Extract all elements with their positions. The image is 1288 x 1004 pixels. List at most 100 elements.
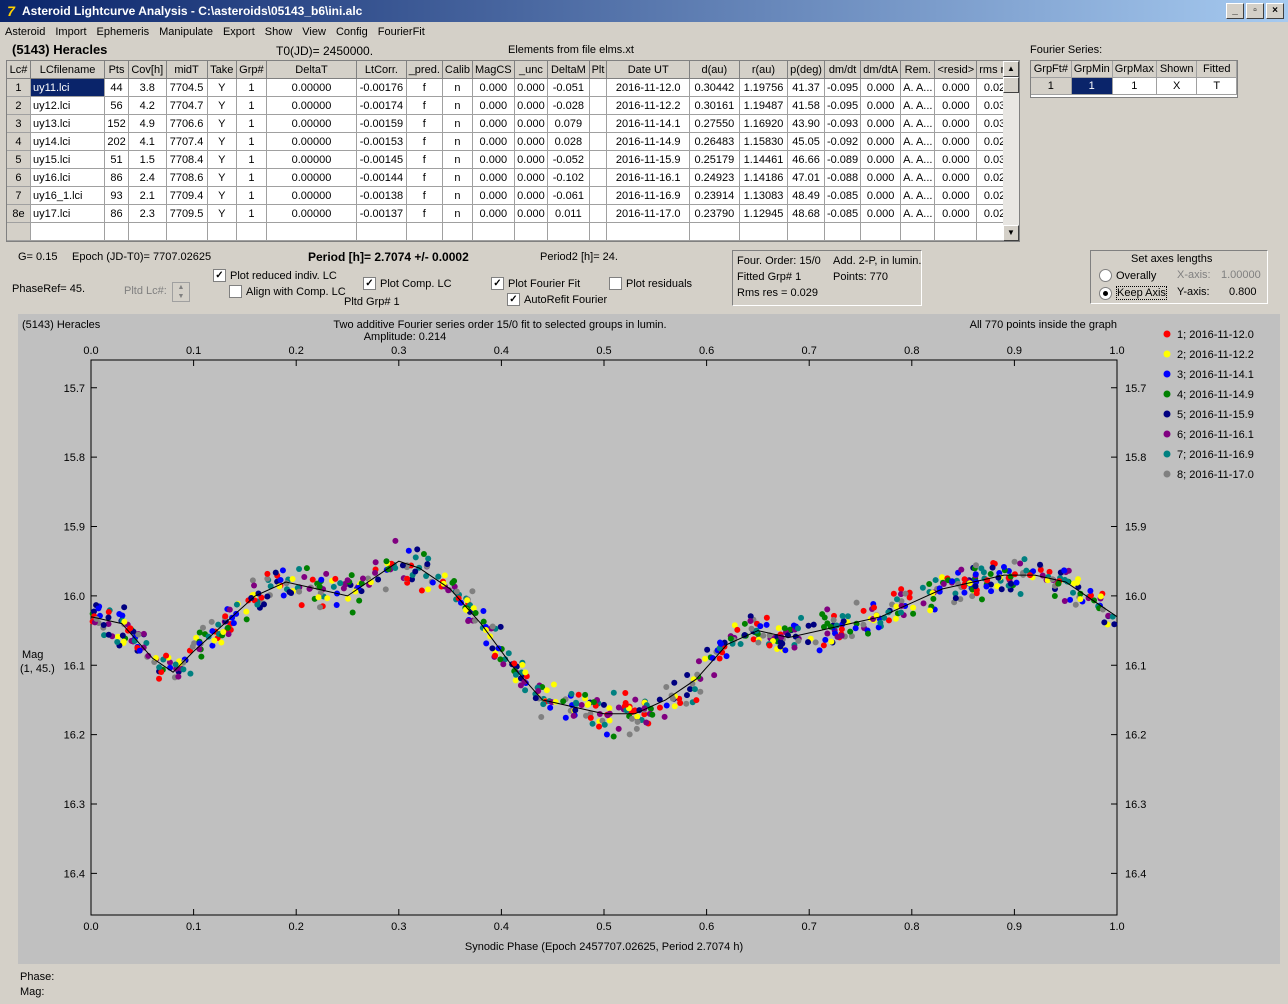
table-cell[interactable]: -0.095 xyxy=(824,78,862,97)
table-cell[interactable]: 0.000 xyxy=(472,186,515,205)
table-cell[interactable]: 51 xyxy=(104,150,129,169)
table-cell[interactable]: Y xyxy=(207,114,238,133)
table-cell[interactable]: 0.000 xyxy=(472,96,515,115)
table-cell[interactable]: 0.24923 xyxy=(689,168,740,187)
table-cell[interactable]: 48.68 xyxy=(787,204,825,223)
table-row[interactable]: 2 uy12.lci 56 4.2 7704.7 Y 1 0.00000 -0.00174 f n 0… xyxy=(7,96,1019,115)
table-cell[interactable] xyxy=(589,96,608,115)
table-cell[interactable] xyxy=(547,222,590,241)
table-cell[interactable]: uy13.lci xyxy=(30,114,106,133)
table-cell[interactable]: 48.49 xyxy=(787,186,825,205)
table-cell[interactable]: 0.000 xyxy=(860,150,902,169)
table-cell[interactable]: 2016-11-12.0 xyxy=(606,78,690,97)
menu-config[interactable]: Config xyxy=(331,24,373,40)
table-cell[interactable]: 45.05 xyxy=(787,132,825,151)
table-cell[interactable]: A. A... xyxy=(900,186,936,205)
table-cell[interactable]: 86 xyxy=(104,168,129,187)
fourier-column-header[interactable]: GrpMax xyxy=(1112,61,1157,78)
yaxis-value[interactable]: 0.800 xyxy=(1229,286,1257,298)
table-cell[interactable]: 1.15830 xyxy=(739,132,789,151)
table-cell[interactable]: 41.58 xyxy=(787,96,825,115)
table-cell[interactable]: -0.085 xyxy=(824,204,862,223)
table-cell[interactable]: n xyxy=(442,150,473,169)
table-cell[interactable]: 1.16920 xyxy=(739,114,789,133)
row-number[interactable]: 5 xyxy=(7,150,31,169)
table-cell[interactable]: 0.000 xyxy=(860,78,902,97)
table-cell[interactable]: f xyxy=(406,150,443,169)
table-cell[interactable]: 0.011 xyxy=(547,204,590,223)
column-header[interactable]: Take xyxy=(207,61,238,79)
table-cell[interactable]: 0.00000 xyxy=(266,96,358,115)
table-cell[interactable]: 1 xyxy=(236,114,267,133)
table-row[interactable]: 1 uy11.lci 44 3.8 7704.5 Y 1 0.00000 -0.00176 f n 0… xyxy=(7,78,1019,97)
table-cell[interactable]: 0.26483 xyxy=(689,132,740,151)
table-cell[interactable]: -0.089 xyxy=(824,150,862,169)
table-cell[interactable]: 1 xyxy=(236,96,267,115)
table-cell[interactable]: 0.000 xyxy=(472,78,515,97)
autorefit-checkbox[interactable]: ✓ AutoRefit Fourier xyxy=(507,293,607,306)
table-cell[interactable]: 7709.5 xyxy=(166,204,208,223)
table-cell[interactable]: 1 xyxy=(236,204,267,223)
fourier-column-header[interactable]: GrpMin xyxy=(1071,61,1113,78)
column-header[interactable]: LtCorr. xyxy=(356,61,407,79)
table-cell[interactable]: 0.00000 xyxy=(266,78,358,97)
table-row[interactable]: 4 uy14.lci 202 4.1 7707.4 Y 1 0.00000 -0.00153 f n… xyxy=(7,132,1019,151)
row-number[interactable]: 6 xyxy=(7,168,31,187)
table-cell[interactable]: 3.8 xyxy=(128,78,167,97)
keep-axis-radio[interactable]: Keep Axis xyxy=(1099,286,1167,300)
table-cell[interactable]: 0.000 xyxy=(514,168,549,187)
table-cell[interactable]: -0.088 xyxy=(824,168,862,187)
table-cell[interactable]: 0.000 xyxy=(472,114,515,133)
table-cell[interactable]: 43.90 xyxy=(787,114,825,133)
table-cell[interactable] xyxy=(104,222,129,241)
table-cell[interactable]: -0.00176 xyxy=(356,78,407,97)
table-cell[interactable]: 7704.5 xyxy=(166,78,208,97)
table-cell[interactable] xyxy=(589,150,608,169)
table-cell[interactable] xyxy=(589,114,608,133)
table-cell[interactable] xyxy=(900,222,936,241)
lightcurve-plot[interactable]: 0.0 0.0 0.1 0.1 0.2 0.2 0.3 0.3 0.4 0.4 0.5 0.5 0.6 0… xyxy=(18,314,1280,964)
table-cell[interactable]: 1.13083 xyxy=(739,186,789,205)
table-cell[interactable]: 1.12945 xyxy=(739,204,789,223)
menu-show[interactable]: Show xyxy=(260,24,298,40)
menu-import[interactable]: Import xyxy=(50,24,91,40)
align-comp-checkbox[interactable]: Align with Comp. LC xyxy=(229,285,346,298)
table-cell[interactable]: 202 xyxy=(104,132,129,151)
minimize-button[interactable]: _ xyxy=(1226,3,1244,19)
table-cell[interactable]: 0.000 xyxy=(934,204,978,223)
plot-residuals-checkbox[interactable]: Plot residuals xyxy=(609,277,692,290)
table-cell[interactable]: 0.00000 xyxy=(266,114,358,133)
table-cell[interactable]: 7709.4 xyxy=(166,186,208,205)
column-header[interactable]: Pts xyxy=(104,61,129,79)
table-cell[interactable]: Y xyxy=(207,78,238,97)
table-cell[interactable] xyxy=(589,186,608,205)
column-header[interactable]: Cov[h] xyxy=(128,61,167,79)
table-cell[interactable]: 93 xyxy=(104,186,129,205)
table-cell[interactable]: f xyxy=(406,96,443,115)
table-cell[interactable] xyxy=(860,222,902,241)
table-cell[interactable]: 1.19487 xyxy=(739,96,789,115)
table-cell[interactable] xyxy=(589,132,608,151)
maximize-button[interactable]: ▫ xyxy=(1246,3,1264,19)
table-cell[interactable]: uy14.lci xyxy=(30,132,106,151)
table-cell[interactable]: f xyxy=(406,168,443,187)
column-header[interactable]: <resid> xyxy=(934,61,978,79)
table-cell[interactable]: 0.000 xyxy=(860,186,902,205)
table-cell[interactable]: 1.19756 xyxy=(739,78,789,97)
column-header[interactable]: p(deg) xyxy=(787,61,825,79)
table-cell[interactable] xyxy=(689,222,740,241)
menu-manipulate[interactable]: Manipulate xyxy=(154,24,218,40)
fourier-cell[interactable]: 1 xyxy=(1112,77,1157,95)
table-cell[interactable] xyxy=(787,222,825,241)
table-cell[interactable]: f xyxy=(406,114,443,133)
row-number[interactable]: 7 xyxy=(7,186,31,205)
table-cell[interactable]: n xyxy=(442,204,473,223)
plot-fourier-checkbox[interactable]: ✓ Plot Fourier Fit xyxy=(491,277,580,290)
scroll-down-icon[interactable]: ▼ xyxy=(1003,225,1019,241)
table-cell[interactable]: f xyxy=(406,78,443,97)
table-cell[interactable] xyxy=(589,204,608,223)
table-cell[interactable]: 86 xyxy=(104,204,129,223)
scroll-up-icon[interactable]: ▲ xyxy=(1003,61,1019,77)
table-row-empty[interactable] xyxy=(7,222,1019,241)
table-cell[interactable]: n xyxy=(442,186,473,205)
